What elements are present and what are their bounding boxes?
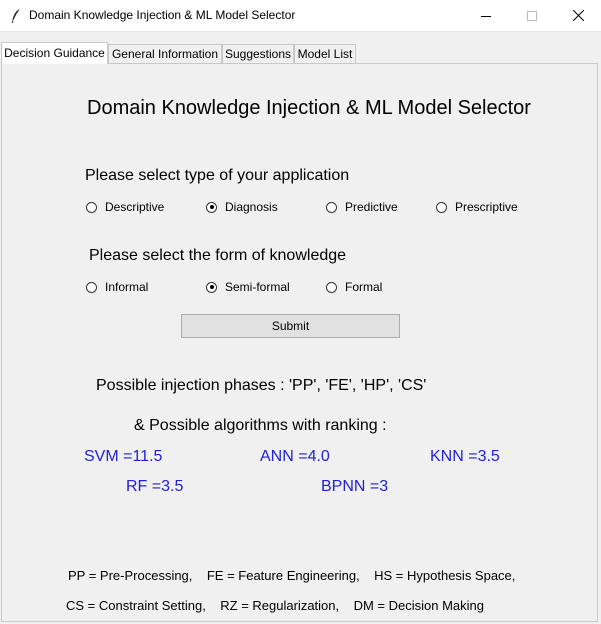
app-type-prompt: Please select type of your application xyxy=(85,167,350,184)
radio-label: Formal xyxy=(345,280,383,294)
algorithms-heading: & Possible algorithms with ranking : xyxy=(134,417,387,434)
radio-diagnosis[interactable]: Diagnosis xyxy=(206,199,278,215)
radio-descriptive[interactable]: Descriptive xyxy=(86,199,164,215)
algorithm-svm: SVM =11.5 xyxy=(84,448,163,465)
abbreviation-legend-line-2: CS = Constraint Setting, RZ = Regulariza… xyxy=(66,598,484,613)
injection-phases-text: Possible injection phases : 'PP', 'FE', … xyxy=(96,377,427,394)
radio-label: Semi-formal xyxy=(225,280,290,294)
tab-suggestions[interactable]: Suggestions xyxy=(222,44,294,63)
page-heading: Domain Knowledge Injection & ML Model Se… xyxy=(87,97,531,119)
radio-formal[interactable]: Formal xyxy=(326,279,382,295)
tab-model-list[interactable]: Model List xyxy=(294,44,356,63)
close-button[interactable] xyxy=(555,0,601,31)
window-title: Domain Knowledge Injection & ML Model Se… xyxy=(29,8,296,22)
tab-general-information[interactable]: General Information xyxy=(108,44,222,63)
maximize-button[interactable] xyxy=(509,0,555,31)
radio-label: Prescriptive xyxy=(455,200,518,214)
radio-indicator xyxy=(436,201,447,213)
algorithm-bpnn: BPNN =3 xyxy=(321,478,389,495)
radio-predictive[interactable]: Predictive xyxy=(326,199,398,215)
radio-indicator xyxy=(206,281,217,293)
feather-icon xyxy=(12,8,21,23)
radio-label: Informal xyxy=(105,280,149,294)
radio-prescriptive[interactable]: Prescriptive xyxy=(436,199,518,215)
radio-label: Predictive xyxy=(345,200,398,214)
radio-label: Diagnosis xyxy=(225,200,278,214)
algorithm-rf: RF =3.5 xyxy=(126,478,184,495)
abbreviation-legend-line-1: PP = Pre-Processing, FE = Feature Engine… xyxy=(68,568,516,583)
radio-indicator xyxy=(326,201,337,213)
title-bar: Domain Knowledge Injection & ML Model Se… xyxy=(0,0,601,32)
minimize-icon xyxy=(481,15,491,17)
tab-decision-guidance[interactable]: Decision Guidance xyxy=(1,42,108,64)
radio-indicator xyxy=(86,201,97,213)
decision-guidance-panel xyxy=(1,63,598,622)
minimize-button[interactable] xyxy=(463,0,509,31)
knowledge-prompt: Please select the form of knowledge xyxy=(89,247,347,264)
radio-indicator xyxy=(86,281,97,293)
maximize-icon xyxy=(527,10,537,21)
close-icon xyxy=(572,10,584,21)
radio-informal[interactable]: Informal xyxy=(86,279,148,295)
algorithm-knn: KNN =3.5 xyxy=(430,448,500,465)
submit-button[interactable]: Submit xyxy=(181,314,400,338)
algorithm-ann: ANN =4.0 xyxy=(260,448,330,465)
radio-semi-formal[interactable]: Semi-formal xyxy=(206,279,290,295)
radio-label: Descriptive xyxy=(105,200,165,214)
radio-indicator xyxy=(206,201,217,213)
radio-indicator xyxy=(326,281,337,293)
